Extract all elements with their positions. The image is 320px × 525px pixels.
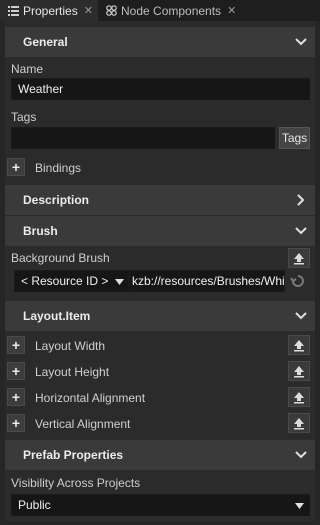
background-brush-label: Background Brush xyxy=(11,251,110,265)
tab-properties-label: Properties xyxy=(23,3,78,18)
horizontal-alignment-label: Horizontal Alignment xyxy=(35,391,146,405)
vertical-alignment-label: Vertical Alignment xyxy=(35,417,131,431)
resource-type-value: < Resource ID > xyxy=(21,274,109,288)
move-up-button[interactable] xyxy=(288,361,310,381)
layout-height-label: Layout Height xyxy=(35,365,110,379)
layout-width-label: Layout Width xyxy=(35,339,106,353)
section-description-header[interactable]: Description xyxy=(5,185,315,215)
tab-bar: Properties ✕ Node Components ✕ xyxy=(0,0,320,21)
tags-input[interactable] xyxy=(11,127,275,149)
chevron-down-icon xyxy=(287,38,315,46)
tags-label: Tags xyxy=(11,110,37,124)
visibility-value: Public xyxy=(18,498,51,512)
upload-icon xyxy=(294,418,304,430)
tab-properties[interactable]: Properties ✕ xyxy=(0,0,98,21)
tab-node-components-label: Node Components xyxy=(121,3,222,18)
resource-type-dropdown[interactable]: < Resource ID > xyxy=(14,270,129,292)
bindings-label: Bindings xyxy=(35,161,82,175)
upload-icon xyxy=(294,366,304,378)
section-title: Brush xyxy=(23,224,58,238)
add-horizontal-alignment-button[interactable]: + xyxy=(7,388,25,406)
dropdown-arrow-icon xyxy=(115,274,124,288)
section-title: General xyxy=(23,35,68,49)
section-title: Prefab Properties xyxy=(23,448,124,462)
move-up-button[interactable] xyxy=(288,387,310,407)
name-field[interactable]: Weather xyxy=(11,78,310,100)
resource-id-field[interactable]: kzb://resources/Brushes/Whi xyxy=(129,270,285,292)
section-prefab-properties-header[interactable]: Prefab Properties xyxy=(5,440,315,470)
move-up-button[interactable] xyxy=(288,413,310,433)
section-title: Description xyxy=(23,193,90,207)
properties-icon xyxy=(8,5,19,16)
chevron-down-icon xyxy=(287,312,315,320)
add-layout-height-button[interactable]: + xyxy=(7,362,25,380)
visibility-dropdown[interactable]: Public xyxy=(11,494,310,516)
dropdown-arrow-icon xyxy=(295,498,304,512)
chevron-down-icon xyxy=(287,451,315,459)
tags-button[interactable]: Tags xyxy=(279,127,310,149)
upload-icon xyxy=(294,392,304,404)
section-brush-header[interactable]: Brush xyxy=(5,216,315,246)
reset-icon[interactable] xyxy=(290,273,306,292)
add-layout-width-button[interactable]: + xyxy=(7,336,25,354)
tab-node-components[interactable]: Node Components ✕ xyxy=(98,0,248,21)
section-title: Layout.Item xyxy=(23,309,91,323)
add-binding-button[interactable]: + xyxy=(7,158,25,176)
upload-icon xyxy=(294,340,304,352)
upload-icon xyxy=(294,253,304,265)
section-layout-item-header[interactable]: Layout.Item xyxy=(5,301,315,331)
move-up-button[interactable] xyxy=(288,248,310,268)
close-icon[interactable]: ✕ xyxy=(227,4,236,17)
move-up-button[interactable] xyxy=(288,335,310,355)
close-icon[interactable]: ✕ xyxy=(84,4,93,17)
chevron-down-icon xyxy=(287,227,315,235)
name-label: Name xyxy=(11,62,44,76)
section-general-header[interactable]: General xyxy=(5,27,315,57)
node-components-icon xyxy=(106,5,117,16)
visibility-label: Visibility Across Projects xyxy=(11,476,141,490)
chevron-right-icon xyxy=(287,194,315,206)
add-vertical-alignment-button[interactable]: + xyxy=(7,414,25,432)
